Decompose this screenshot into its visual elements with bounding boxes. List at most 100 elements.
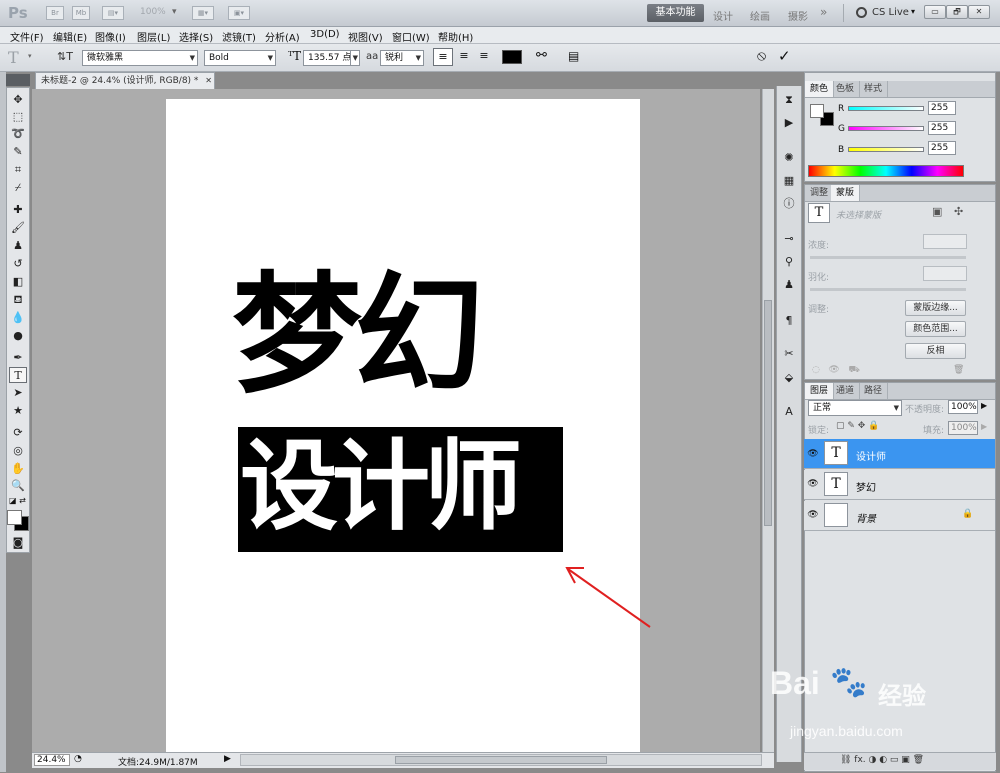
invert-button[interactable]: 反相 — [905, 343, 966, 359]
blend-mode-select[interactable]: 正常 ▼ — [808, 400, 902, 416]
delete-mask-icon[interactable]: 🗑 — [953, 365, 964, 375]
layer-name[interactable]: 背景 — [856, 510, 876, 525]
mask-edge-button[interactable]: 蒙版边缘... — [905, 300, 966, 316]
minibridge-icon[interactable]: Mb — [72, 6, 90, 20]
font-size-input[interactable]: 135.57 点 ▼ — [303, 50, 360, 66]
history-icon[interactable]: ⧗ — [780, 92, 798, 108]
quick-selection-tool-icon[interactable]: ✎ — [9, 144, 27, 160]
layer-name[interactable]: 设计师 — [856, 448, 886, 463]
visibility-eye-icon[interactable]: 👁 — [806, 508, 820, 522]
close-button[interactable]: ✕ — [968, 5, 990, 19]
zoom-tool-icon[interactable]: 🔍 — [9, 478, 27, 494]
menu-view[interactable]: 视图(V) — [348, 29, 383, 44]
paint-bucket-tool-icon[interactable]: ⛾ — [9, 292, 27, 308]
workspace-essentials-button[interactable]: 基本功能 — [647, 4, 704, 22]
tab-swatches[interactable]: 色板 — [831, 81, 861, 97]
foreground-color-swatch[interactable] — [7, 510, 22, 525]
tool-presets-icon[interactable]: ✂ — [780, 346, 798, 362]
move-tool-icon[interactable]: ✥ — [9, 92, 27, 108]
tab-channels[interactable]: 通道 — [831, 383, 861, 399]
opacity-arrow[interactable]: ▶ — [981, 401, 987, 410]
menu-window[interactable]: 窗口(W) — [392, 29, 430, 44]
navigator-icon[interactable]: ✺ — [780, 150, 798, 166]
align-center-button[interactable]: ≡ — [454, 48, 474, 66]
healing-brush-tool-icon[interactable]: ✚ — [9, 202, 27, 218]
eyedropper-tool-icon[interactable]: ⌿ — [9, 180, 27, 196]
workspace-photography-button[interactable]: 摄影 — [788, 8, 808, 23]
brush-tool-icon[interactable]: 🖌 — [9, 220, 27, 236]
guides-dropdown-icon[interactable]: ▤▾ — [102, 6, 124, 20]
align-left-button[interactable]: ≡ — [433, 48, 453, 66]
tab-styles[interactable]: 样式 — [859, 81, 889, 97]
character-icon[interactable]: A — [780, 404, 798, 420]
shape-tool-icon[interactable]: ★ — [9, 403, 27, 419]
vertical-scroll-thumb[interactable] — [764, 300, 772, 526]
lock-icons[interactable]: ▢ ✎ ✥ 🔒 — [836, 421, 879, 431]
tab-masks[interactable]: 蒙版 — [831, 185, 861, 201]
channel-g-slider[interactable] — [848, 126, 924, 131]
toggle-text-orientation-icon[interactable]: ⇅T — [57, 50, 73, 63]
status-menu-arrow[interactable]: ▶ — [224, 754, 231, 764]
tab-color[interactable]: 颜色 — [805, 81, 835, 97]
align-right-button[interactable]: ≡ — [474, 48, 494, 66]
zoom-field[interactable]: 24.4% — [34, 754, 70, 766]
hand-tool-icon[interactable]: ✋ — [9, 461, 27, 477]
quick-mask-icon[interactable]: ◙ — [9, 535, 27, 551]
menu-help[interactable]: 帮助(H) — [438, 29, 473, 44]
pen-tool-icon[interactable]: ✒ — [9, 350, 27, 366]
channel-r-input[interactable]: 255 — [928, 101, 956, 115]
default-colors-icon[interactable]: ◪ ⇄ — [9, 496, 26, 505]
menu-3d[interactable]: 3D(D) — [310, 29, 340, 40]
minimize-button[interactable]: ▭ — [924, 5, 946, 19]
character-panel-icon[interactable]: ▤ — [568, 49, 579, 63]
crop-tool-icon[interactable]: ⌗ — [9, 162, 27, 178]
zoom-level-dropdown[interactable]: 100% — [140, 7, 166, 17]
fill-input[interactable]: 100% — [948, 421, 978, 435]
pixel-mask-icon[interactable]: ▣ — [932, 205, 942, 218]
color-range-button[interactable]: 颜色范围... — [905, 321, 966, 337]
screen-mode-icon[interactable]: ▣▾ — [228, 6, 250, 20]
type-tool-preset-icon[interactable]: T — [8, 48, 19, 67]
fill-arrow[interactable]: ▶ — [981, 422, 987, 431]
warp-text-icon[interactable]: ⚯ — [536, 48, 547, 63]
info-icon[interactable]: ⓘ — [780, 196, 798, 212]
canvas-text-designer[interactable]: 设计师 — [240, 425, 522, 549]
text-color-swatch[interactable] — [502, 50, 522, 64]
visibility-eye-icon[interactable]: 👁 — [806, 477, 820, 491]
paragraph-icon[interactable]: ¶ — [780, 313, 798, 329]
arrange-documents-icon[interactable]: ▦▾ — [192, 6, 214, 20]
menu-select[interactable]: 选择(S) — [179, 29, 213, 44]
blur-tool-icon[interactable]: 💧 — [9, 310, 27, 326]
channel-g-input[interactable]: 255 — [928, 121, 956, 135]
close-icon[interactable]: ✕ — [205, 76, 212, 85]
tab-paths[interactable]: 路径 — [859, 383, 889, 399]
antialias-select[interactable]: 锐利 ▼ — [380, 50, 424, 66]
tab-layers[interactable]: 图层 — [805, 383, 835, 399]
vector-mask-icon[interactable]: ✣ — [954, 205, 963, 218]
font-family-select[interactable]: 微软雅黑 ▼ — [82, 50, 198, 66]
3d-rotate-tool-icon[interactable]: ⟳ — [9, 425, 27, 441]
layers-footer-icons[interactable]: ⛓ fx. ◑ ◐ ▭ ▣ 🗑 — [840, 755, 924, 765]
mask-footer-icons[interactable]: ◌ 👁 ⛟ — [812, 365, 860, 376]
type-tool-icon[interactable]: T — [9, 367, 27, 383]
dodge-tool-icon[interactable]: ● — [9, 328, 27, 344]
menu-edit[interactable]: 编辑(E) — [53, 29, 87, 44]
menu-analysis[interactable]: 分析(A) — [265, 29, 300, 44]
visibility-eye-icon[interactable]: 👁 — [806, 447, 820, 461]
restore-button[interactable]: 🗗 — [946, 5, 968, 19]
3d-icon[interactable]: ⬙ — [780, 370, 798, 386]
cancel-icon[interactable]: ⦸ — [757, 48, 766, 64]
brush-presets-icon[interactable]: ⊸ — [780, 231, 798, 247]
more-workspaces-button[interactable]: » — [820, 5, 827, 19]
channel-b-input[interactable]: 255 — [928, 141, 956, 155]
cslive-button[interactable]: CS Live — [872, 7, 909, 18]
menu-layer[interactable]: 图层(L) — [137, 29, 170, 44]
menu-filter[interactable]: 滤镜(T) — [222, 29, 256, 44]
menu-file[interactable]: 文件(F) — [10, 29, 44, 44]
eraser-tool-icon[interactable]: ◧ — [9, 274, 27, 290]
actions-icon[interactable]: ▶ — [780, 115, 798, 131]
bridge-icon[interactable]: Br — [46, 6, 64, 20]
marquee-tool-icon[interactable]: ⬚ — [9, 109, 27, 125]
tab-adjustments[interactable]: 调整 — [805, 185, 835, 201]
channel-r-slider[interactable] — [848, 106, 924, 111]
